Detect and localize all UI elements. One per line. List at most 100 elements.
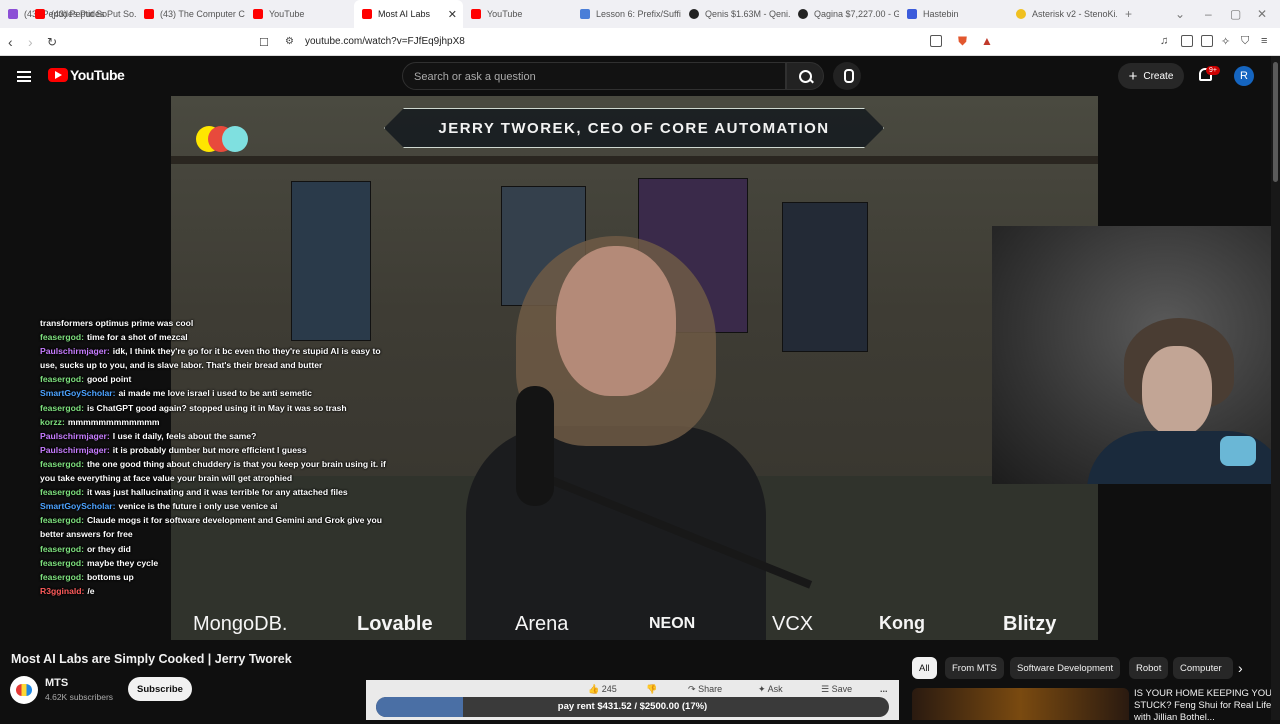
cast-icon[interactable] xyxy=(930,35,942,47)
save-label: Save xyxy=(831,684,853,694)
chat-text: I use it daily, feels about the same? xyxy=(112,430,257,441)
site-info-icon[interactable]: ⚙ xyxy=(285,36,294,47)
create-button[interactable]: + Create xyxy=(1118,63,1184,89)
chat-message: transformers optimus prime was cool xyxy=(40,316,400,330)
channel-avatar[interactable] xyxy=(10,676,38,704)
wallet-icon[interactable] xyxy=(1201,35,1213,47)
tab-favicon xyxy=(8,9,18,19)
forward-icon[interactable]: › xyxy=(28,34,33,50)
youtube-logo-icon[interactable] xyxy=(48,68,68,82)
chat-message: Paulschirmjager: I use it daily, feels ab… xyxy=(40,429,400,443)
microphone-icon[interactable] xyxy=(833,62,861,90)
maximize-icon[interactable]: ▢ xyxy=(1230,7,1241,21)
youtube-icon xyxy=(253,9,263,19)
browser-tab-bar: (43) Peptides Put So... (43) Peptides Pu… xyxy=(0,0,1280,28)
create-label: Create xyxy=(1143,70,1174,82)
tab-8[interactable]: Qenis $1.63M - Qeni... xyxy=(681,0,790,28)
chat-username: korzz: xyxy=(40,416,65,427)
close-window-icon[interactable]: ✕ xyxy=(1257,7,1267,21)
subscribe-button[interactable]: Subscribe xyxy=(128,677,192,701)
chip-robot[interactable]: Robot xyxy=(1129,657,1169,679)
sponsor-mongodb: MongoDB. xyxy=(193,613,288,635)
tab-11[interactable]: Asterisk v2 - StenoKi... xyxy=(1008,0,1117,28)
background-shelf xyxy=(171,156,1098,164)
youtube-icon xyxy=(144,9,154,19)
chevron-right-icon[interactable]: › xyxy=(1238,660,1243,676)
like-button[interactable]: 👍 245 xyxy=(588,684,617,695)
tab-10[interactable]: Hastebin xyxy=(899,0,1008,28)
chip-all[interactable]: All xyxy=(912,657,937,679)
close-tab-icon[interactable]: ✕ xyxy=(448,8,457,21)
tab-9[interactable]: Qagina $7,227.00 - G... xyxy=(790,0,899,28)
tab-label: Qagina $7,227.00 - G... xyxy=(814,9,899,19)
more-actions-icon[interactable]: ... xyxy=(880,684,888,694)
account-avatar[interactable]: R xyxy=(1234,66,1254,86)
chat-username: Paulschirmjager: xyxy=(40,346,110,357)
rewards-icon[interactable]: ▲ xyxy=(981,34,993,48)
tab-label: Most AI Labs xyxy=(378,9,431,19)
channel-name[interactable]: MTS xyxy=(45,677,68,689)
chat-text: time for a shot of mezcal xyxy=(86,332,188,343)
tab-active[interactable]: Most AI Labs ✕ xyxy=(354,0,463,28)
tab-search-icon[interactable]: ⌄ xyxy=(1175,7,1185,21)
youtube-icon xyxy=(471,9,481,19)
chip-from-mts[interactable]: From MTS xyxy=(945,657,1004,679)
tab-6[interactable]: YouTube xyxy=(463,0,572,28)
scrollbar-thumb[interactable] xyxy=(1273,62,1278,182)
chat-username: feasergod: xyxy=(40,571,84,582)
chat-username: SmartGoyScholar: xyxy=(40,388,116,399)
chat-message: Paulschirmjager: idk, I think they're go … xyxy=(40,344,400,372)
save-button[interactable]: ☰ Save xyxy=(821,684,852,695)
tab-4[interactable]: YouTube xyxy=(245,0,354,28)
chat-message: feasergod: time for a shot of mezcal xyxy=(40,330,400,344)
chat-text: bottoms up xyxy=(86,571,134,582)
tab-label: Qenis $1.63M - Qeni... xyxy=(705,9,790,19)
tab-label: Lesson 6: Prefix/Suffi... xyxy=(596,9,681,19)
chat-message: feasergod: bottoms up xyxy=(40,570,400,584)
like-count: 245 xyxy=(601,684,617,694)
chat-username: Paulschirmjager: xyxy=(40,444,110,455)
logo-dot-cyan xyxy=(222,126,248,152)
sponsor-lovable: Lovable xyxy=(357,613,433,635)
chat-message: feasergod: it was just hallucinating and … xyxy=(40,485,400,499)
share-icon: ↷ xyxy=(688,684,696,694)
media-icon[interactable]: ♫ xyxy=(1160,35,1168,47)
share-label: Share xyxy=(698,684,723,694)
ask-button[interactable]: ✦ Ask xyxy=(758,684,783,695)
chat-username: R3gginald: xyxy=(40,585,85,596)
chat-message: korzz: mmmmmmmmmmmm xyxy=(40,415,400,429)
youtube-logo-text[interactable]: YouTube xyxy=(70,67,125,83)
tab-3[interactable]: (43) The Computer C... xyxy=(136,0,245,28)
ai-icon[interactable]: ✧ xyxy=(1221,35,1230,48)
search-input[interactable]: Search or ask a question xyxy=(402,62,786,90)
chat-username: feasergod: xyxy=(40,332,84,343)
page-scrollbar[interactable] xyxy=(1271,56,1280,720)
back-icon[interactable]: ‹ xyxy=(8,34,13,50)
chip-software-development[interactable]: Software Development xyxy=(1010,657,1121,679)
sidebar-icon[interactable] xyxy=(1181,35,1193,47)
chat-message: feasergod: good point xyxy=(40,372,400,386)
url-field[interactable]: youtube.com/watch?v=FJfEq9jhpX8 xyxy=(305,36,465,47)
hamburger-menu-icon[interactable] xyxy=(17,71,31,82)
new-tab-icon[interactable]: + xyxy=(1125,7,1132,21)
reload-icon[interactable]: ↻ xyxy=(47,35,57,49)
chip-computer[interactable]: Computer xyxy=(1173,657,1233,679)
menu-icon[interactable]: ≡ xyxy=(1261,35,1267,47)
recommended-video-title[interactable]: IS YOUR HOME KEEPING YOU STUCK? Feng Shu… xyxy=(1134,688,1274,724)
vpn-icon[interactable]: ⛉ xyxy=(1241,35,1249,48)
minimize-icon[interactable]: – xyxy=(1205,7,1212,21)
tab-2[interactable]: (43) Peptides Put So... xyxy=(27,0,136,28)
share-button[interactable]: ↷ Share xyxy=(688,684,722,695)
dislike-button[interactable]: 👎 xyxy=(646,684,657,695)
bookmark-icon[interactable]: ☐ xyxy=(259,36,269,49)
chat-overlay: transformers optimus prime was cool fease… xyxy=(40,316,400,598)
search-placeholder: Search or ask a question xyxy=(414,71,536,83)
chat-username: SmartGoyScholar: xyxy=(40,501,116,512)
search-icon[interactable] xyxy=(786,62,824,90)
plus-icon: + xyxy=(1128,67,1138,85)
tab-7[interactable]: Lesson 6: Prefix/Suffi... xyxy=(572,0,681,28)
chat-text: /e xyxy=(87,585,95,596)
chat-username: feasergod: xyxy=(40,557,84,568)
recommended-video-thumbnail[interactable] xyxy=(912,688,1129,720)
brave-shield-icon[interactable]: ⛊ xyxy=(958,34,967,49)
